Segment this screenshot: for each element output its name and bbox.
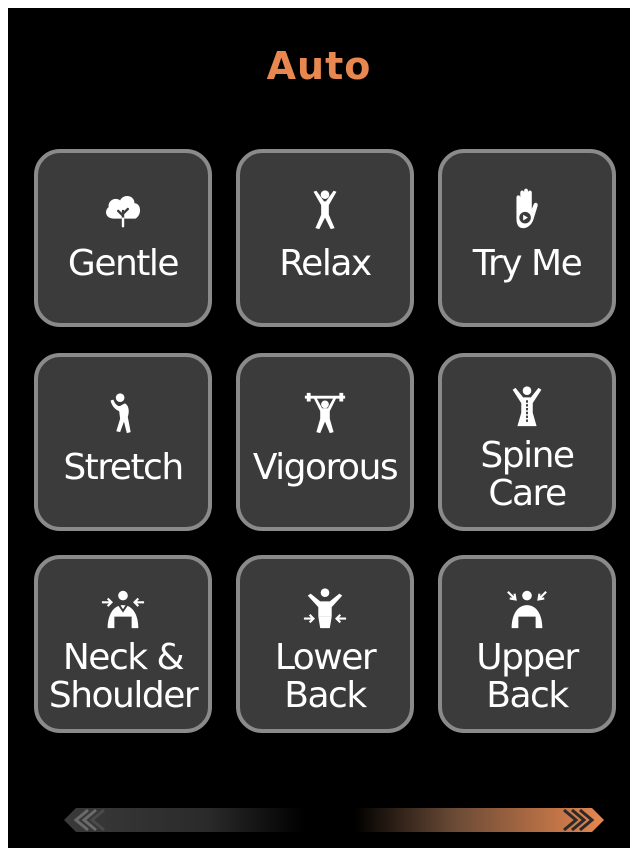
program-gentle-button[interactable]: Gentle xyxy=(34,149,212,327)
program-label-line2: Shoulder xyxy=(48,675,199,716)
program-label: Relax xyxy=(279,243,372,284)
upper-back-icon xyxy=(504,583,550,635)
spine-person-icon xyxy=(504,381,550,433)
weightlifter-icon xyxy=(302,387,348,439)
double-chevron-left-icon xyxy=(68,808,108,832)
program-stretch-button[interactable]: Stretch xyxy=(34,353,212,531)
program-label-line2: Back xyxy=(284,675,367,716)
program-lower-back-button[interactable]: Lower Back xyxy=(236,555,414,733)
program-label: Try Me xyxy=(472,243,583,284)
program-label: Vigorous xyxy=(252,447,399,488)
page-navigation-bar xyxy=(64,808,604,834)
program-vigorous-button[interactable]: Vigorous xyxy=(236,353,414,531)
auto-programs-screen: Auto Gentle Relax Try Me Stretch Vigorou… xyxy=(8,8,630,848)
double-chevron-right-icon xyxy=(560,808,600,832)
person-arms-up-icon xyxy=(302,183,348,235)
program-label: Stretch xyxy=(63,447,184,488)
program-neck-shoulder-button[interactable]: Neck & Shoulder xyxy=(34,555,212,733)
program-try-me-button[interactable]: Try Me xyxy=(438,149,616,327)
cloud-leaf-icon xyxy=(100,183,146,235)
lower-back-icon xyxy=(302,583,348,635)
program-upper-back-button[interactable]: Upper Back xyxy=(438,555,616,733)
program-label-line1: Neck & xyxy=(62,637,185,678)
program-label: Gentle xyxy=(67,243,180,284)
neck-shoulder-icon xyxy=(100,583,146,635)
program-label-line2: Care xyxy=(488,473,567,514)
person-stretch-icon xyxy=(100,387,146,439)
program-label-line1: Spine xyxy=(480,435,575,476)
program-label-line1: Upper xyxy=(476,637,579,678)
program-spine-care-button[interactable]: Spine Care xyxy=(438,353,616,531)
page-title: Auto xyxy=(266,44,372,88)
program-label-line1: Lower xyxy=(274,637,377,678)
program-relax-button[interactable]: Relax xyxy=(236,149,414,327)
program-label-line2: Back xyxy=(486,675,569,716)
hand-play-icon xyxy=(504,183,550,235)
